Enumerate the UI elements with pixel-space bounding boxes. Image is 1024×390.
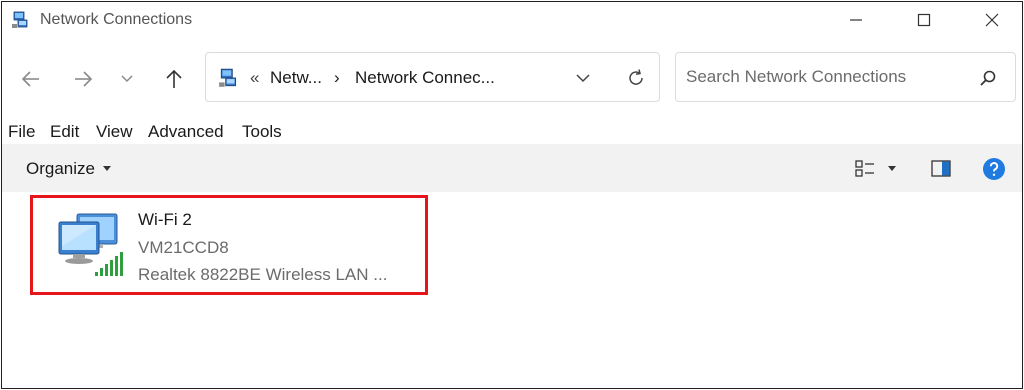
view-options-icon (855, 160, 874, 177)
back-button[interactable] (14, 64, 48, 94)
search-icon[interactable] (976, 66, 1000, 90)
breadcrumb-network-connections[interactable]: Network Connec... (355, 68, 495, 88)
address-overflow[interactable]: « (250, 68, 259, 88)
organize-button[interactable]: Organize (26, 159, 95, 179)
maximize-icon (917, 13, 931, 27)
preview-pane-button[interactable] (928, 156, 954, 182)
wireless-network-adapter-icon (58, 213, 123, 276)
menu-edit[interactable]: Edit (50, 122, 79, 142)
search-box[interactable] (675, 52, 1016, 102)
refresh-icon (629, 69, 643, 85)
change-view-button[interactable] (852, 156, 878, 182)
connection-name: Wi-Fi 2 (138, 210, 192, 229)
window-title: Network Connections (40, 11, 193, 28)
arrow-left-icon (21, 71, 39, 87)
navigation-bar: « Netw... › Network Connec... (2, 38, 1022, 118)
minimize-button[interactable] (826, 2, 886, 38)
search-input[interactable] (686, 65, 966, 89)
up-button[interactable] (157, 64, 191, 94)
network-connections-icon (219, 68, 237, 87)
title-bar: Network Connections (2, 2, 1022, 38)
connection-adapter: Realtek 8822BE Wireless LAN ... (138, 265, 388, 284)
breadcrumb-separator[interactable]: › (334, 68, 340, 88)
menu-tools[interactable]: Tools (242, 122, 282, 142)
menu-file[interactable]: File (8, 122, 35, 142)
address-bar[interactable]: « Netw... › Network Connec... (205, 52, 660, 102)
arrow-right-icon (75, 71, 93, 87)
connection-network: VM21CCD8 (138, 238, 229, 257)
address-dropdown-button[interactable] (570, 65, 596, 91)
minimize-icon (850, 19, 862, 21)
arrow-up-icon (166, 69, 182, 88)
help-icon (983, 158, 1005, 180)
menu-advanced[interactable]: Advanced (148, 122, 224, 142)
menu-view[interactable]: View (96, 122, 133, 142)
preview-pane-icon (931, 160, 951, 177)
close-button[interactable] (962, 2, 1022, 38)
change-view-dropdown[interactable] (884, 156, 900, 182)
menu-bar: File Edit View Advanced Tools (2, 118, 1022, 144)
connection-item-wifi-2[interactable]: Wi-Fi 2 VM21CCD8 Realtek 8822BE Wireless… (30, 195, 428, 295)
breadcrumb-network[interactable]: Netw... (270, 68, 322, 88)
chevron-down-icon (121, 75, 133, 83)
connections-list: Wi-Fi 2 VM21CCD8 Realtek 8822BE Wireless… (2, 192, 1022, 388)
refresh-button[interactable] (622, 64, 650, 92)
caret-down-icon (888, 166, 896, 171)
recent-locations-button[interactable] (110, 64, 144, 94)
network-connections-icon (12, 11, 28, 28)
forward-button[interactable] (66, 64, 100, 94)
chevron-down-icon (576, 74, 590, 83)
command-bar: Organize (2, 144, 1022, 192)
help-button[interactable] (980, 156, 1008, 182)
maximize-button[interactable] (894, 2, 954, 38)
explorer-window: Network Connections « Netw... › Network … (1, 1, 1023, 389)
caret-down-icon[interactable] (102, 166, 112, 172)
close-icon (985, 13, 999, 27)
